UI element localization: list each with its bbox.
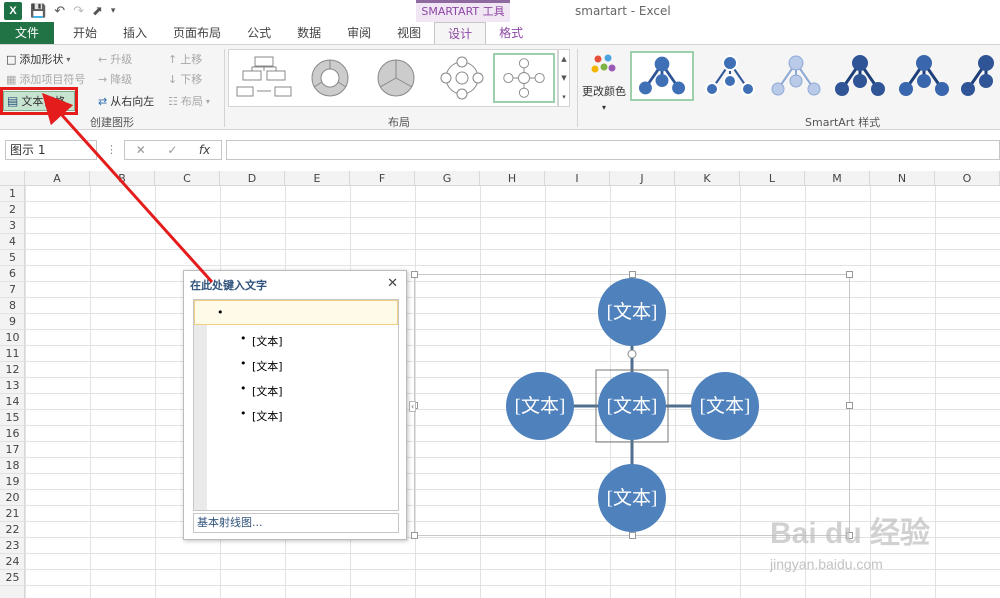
text-pane-list[interactable]: • • [文本] • [文本] • [文本] • [文本]	[193, 299, 399, 511]
node-right-label: [文本]	[700, 395, 751, 417]
text-pane-item[interactable]: [文本]	[252, 383, 283, 399]
node-bottom-label: [文本]	[607, 487, 658, 509]
rotate-handle[interactable]	[627, 349, 637, 359]
node-top-label: [文本]	[607, 301, 658, 323]
baidu-watermark-url: jingyan.baidu.com	[770, 556, 883, 572]
text-pane-item[interactable]: [文本]	[252, 408, 283, 424]
close-icon[interactable]: ✕	[387, 276, 398, 291]
text-pane-item[interactable]: [文本]	[252, 333, 283, 349]
node-center-label: [文本]	[607, 395, 658, 417]
bullet-icon: •	[240, 382, 247, 395]
bullet-icon: •	[240, 332, 247, 345]
node-left-label: [文本]	[515, 395, 566, 417]
text-pane: 在此处键入文字 ✕ • • [文本] • [文本] • [文本] • [文本] …	[183, 270, 407, 540]
layout-description-link[interactable]: 基本射线图...	[193, 513, 399, 533]
bullet-icon: •	[240, 357, 247, 370]
bullet-icon: •	[217, 306, 224, 319]
baidu-watermark-logo: Bai du 经验	[770, 517, 931, 550]
text-pane-item[interactable]: [文本]	[252, 358, 283, 374]
text-pane-title: 在此处键入文字	[190, 279, 267, 292]
text-pane-item-active[interactable]: •	[194, 300, 398, 325]
bullet-icon: •	[240, 407, 247, 420]
text-pane-margin	[194, 300, 207, 510]
